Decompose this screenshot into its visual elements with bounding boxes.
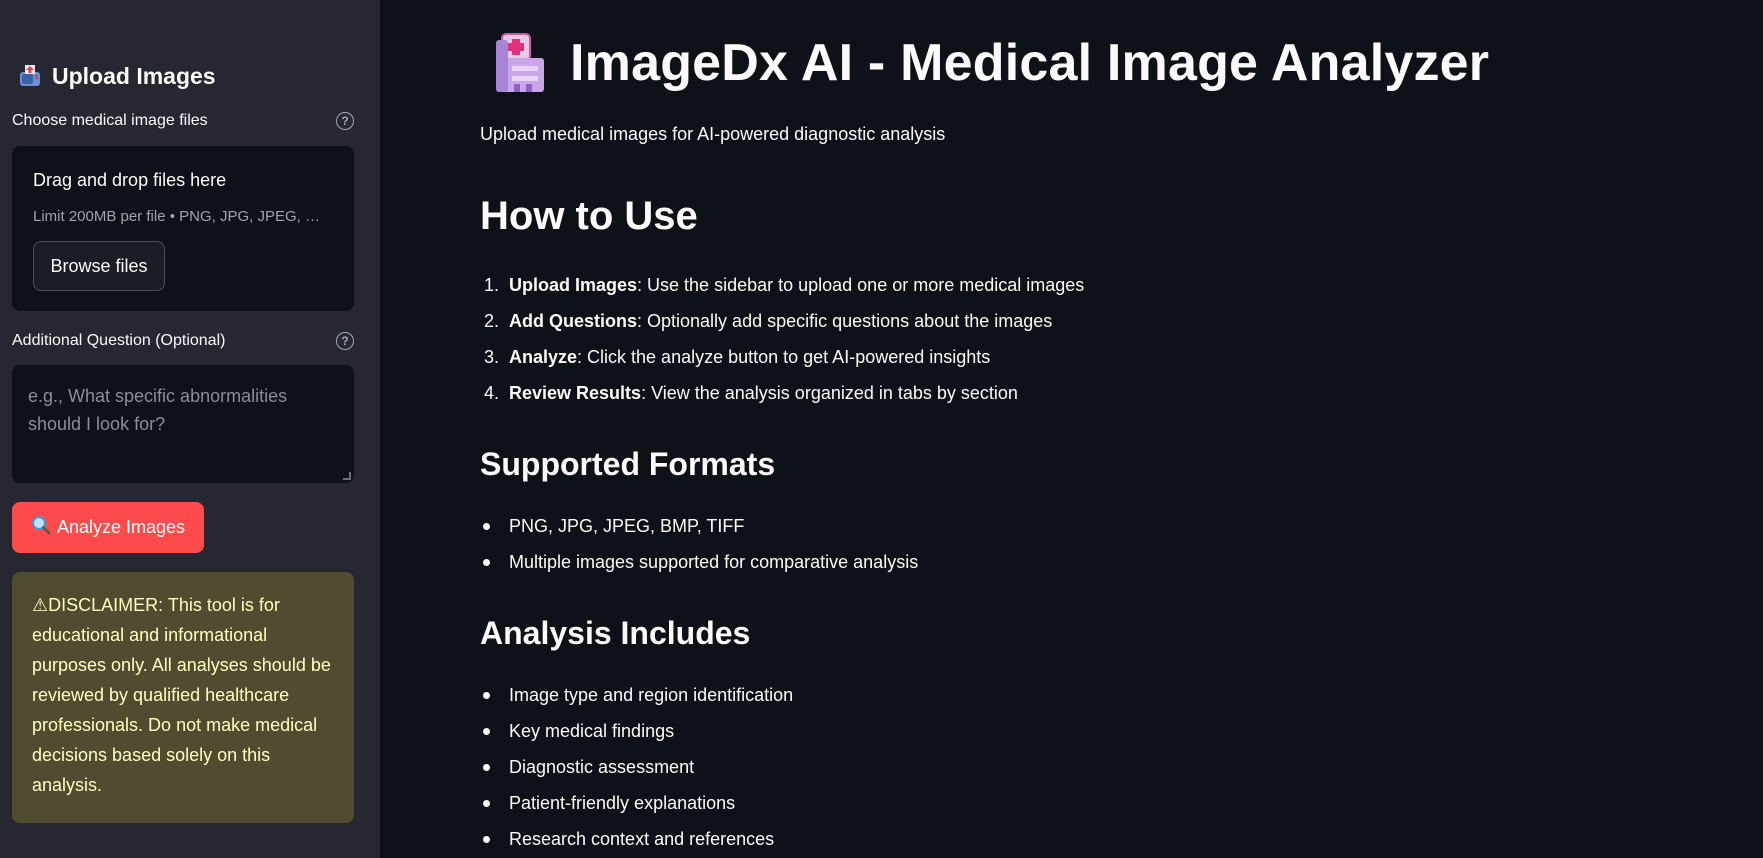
analysis-includes-list: Image type and region identification Key… (480, 677, 793, 857)
sidebar-header: Upload Images (18, 60, 216, 92)
step-text: : Click the analyze button to get AI-pow… (577, 347, 991, 367)
list-item-text: Multiple images supported for comparativ… (509, 552, 919, 572)
dropzone-title: Drag and drop files here (33, 170, 227, 190)
list-item: Diagnostic assessment (480, 749, 793, 785)
step-text: : View the analysis organized in tabs by… (641, 383, 1018, 403)
analyze-images-button[interactable]: Analyze Images (12, 502, 204, 553)
list-item: 2. Add Questions: Optionally add specific… (480, 303, 1084, 339)
supported-formats-list: PNG, JPG, JPEG, BMP, TIFF Multiple image… (480, 508, 918, 580)
analyze-button-label: Analyze Images (56, 517, 186, 537)
question-placeholder: e.g., What specific abnormalities should… (28, 386, 288, 434)
page-subtitle: Upload medical images for AI-powered dia… (480, 124, 946, 144)
list-item-text: Patient-friendly explanations (509, 793, 736, 813)
step-number: 3. (484, 347, 500, 367)
list-item: Image type and region identification (480, 677, 793, 713)
file-dropzone[interactable]: Drag and drop files here Limit 200MB per… (12, 146, 354, 311)
list-item: 1. Upload Images: Use the sidebar to uplo… (480, 267, 1084, 303)
how-to-use-heading: How to Use (480, 194, 698, 238)
help-icon[interactable]: ? (336, 112, 354, 130)
bullet-icon (483, 692, 490, 699)
list-item: Patient-friendly explanations (480, 785, 793, 821)
how-to-use-steps: 1. Upload Images: Use the sidebar to uplo… (480, 267, 1084, 411)
bullet-icon (483, 523, 490, 530)
help-icon[interactable]: ? (336, 332, 354, 350)
list-item-text: PNG, JPG, JPEG, BMP, TIFF (509, 516, 745, 536)
page-title: ImageDx AI - Medical Image Analyzer (570, 34, 1490, 92)
step-title: Add Questions (509, 311, 638, 331)
disclaimer-text: ⚠DISCLAIMER: This tool is for educationa… (32, 595, 331, 795)
bullet-icon (483, 728, 490, 735)
uploader-label-row: Choose medical image files ? (12, 112, 354, 130)
step-number: 1. (484, 275, 500, 295)
dropzone-limit: Limit 200MB per file • PNG, JPG, JPEG, … (33, 208, 320, 225)
step-text: : Optionally add specific questions abou… (637, 311, 1053, 331)
list-item-text: Research context and references (509, 829, 775, 849)
list-item: 3. Analyze: Click the analyze button to g… (480, 339, 1084, 375)
disclaimer-box: ⚠DISCLAIMER: This tool is for educationa… (12, 572, 354, 823)
uploader-label: Choose medical image files (12, 112, 208, 129)
question-textarea[interactable]: e.g., What specific abnormalities should… (12, 365, 354, 483)
resize-handle[interactable] (343, 472, 351, 480)
step-number: 4. (484, 383, 500, 403)
list-item: Research context and references (480, 821, 793, 857)
list-item-text: Key medical findings (509, 721, 675, 741)
step-text: : Use the sidebar to upload one or more … (637, 275, 1085, 295)
analysis-includes-heading: Analysis Includes (480, 615, 751, 651)
list-item-text: Diagnostic assessment (509, 757, 695, 777)
bullet-icon (483, 836, 490, 843)
question-label: Additional Question (Optional) (12, 332, 226, 349)
list-item-text: Image type and region identification (509, 685, 794, 705)
bullet-icon (483, 800, 490, 807)
list-item: Key medical findings (480, 713, 793, 749)
step-title: Analyze (509, 347, 578, 367)
magnifying-glass-icon (31, 515, 51, 540)
browse-files-button[interactable]: Browse files (33, 241, 165, 291)
list-item: PNG, JPG, JPEG, BMP, TIFF (480, 508, 918, 544)
supported-formats-heading: Supported Formats (480, 446, 776, 482)
step-title: Review Results (509, 383, 642, 403)
list-item: 4. Review Results: View the analysis orga… (480, 375, 1084, 411)
hospital-icon (492, 32, 548, 94)
app: Upload Images Choose medical image files… (0, 0, 1763, 858)
step-number: 2. (484, 311, 500, 331)
sidebar-title: Upload Images (52, 62, 216, 89)
sidebar: Upload Images Choose medical image files… (0, 0, 380, 858)
mailbox-upload-icon (18, 64, 42, 88)
question-label-row: Additional Question (Optional) ? (12, 332, 354, 350)
step-title: Upload Images (509, 275, 638, 295)
list-item: Multiple images supported for comparativ… (480, 544, 918, 580)
bullet-icon (483, 764, 490, 771)
bullet-icon (483, 559, 490, 566)
main-content: ImageDx AI - Medical Image Analyzer Uplo… (480, 0, 1763, 858)
title-row: ImageDx AI - Medical Image Analyzer (492, 32, 1489, 94)
